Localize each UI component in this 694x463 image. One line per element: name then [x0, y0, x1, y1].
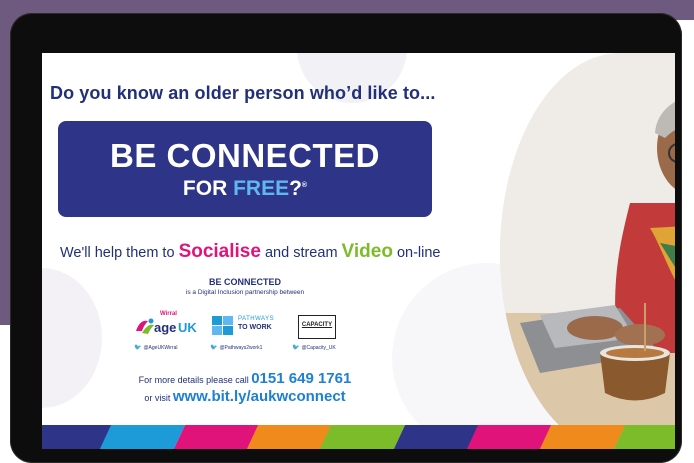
be-connected-banner: BE CONNECTED FOR FREE?® — [58, 121, 432, 217]
stripe-segment — [539, 425, 626, 449]
tagline-pre: We'll help them to — [60, 245, 179, 261]
pathways-logo-main: TO WORK — [238, 324, 272, 331]
stripe-segment — [319, 425, 406, 449]
partner-pathways: PATHWAYS TO WORK 🐦 @Pathways2work1 — [210, 311, 274, 353]
banner-free: FREE — [233, 177, 290, 200]
age-uk-logo-suffix: UK — [178, 320, 197, 335]
pathways-handle-text: @Pathways2work1 — [219, 345, 263, 351]
age-uk-logo-icon — [136, 318, 154, 334]
tablet-device: Do you know an older person who’d like t… — [10, 13, 682, 463]
capacity-logo: CAPACITY — [298, 315, 336, 339]
age-uk-handle-text: @AgeUKWirral — [143, 345, 178, 351]
stripe-segment — [99, 425, 186, 449]
contact-phone-line: For more details please call 0151 649 17… — [58, 370, 432, 387]
pathways-puzzle-icon — [212, 316, 233, 335]
twitter-bird-icon: 🐦 — [210, 345, 218, 351]
pathways-handle: 🐦 @Pathways2work1 — [210, 344, 262, 351]
phone-number[interactable]: 0151 649 1761 — [251, 370, 351, 387]
age-uk-handle: 🐦 @AgeUKWirral — [134, 344, 177, 351]
tagline-post: on-line — [392, 245, 441, 261]
capacity-handle: 🐦 @Capacity_UK — [292, 344, 336, 351]
partnership-text: is a Digital Inclusion partnership betwe… — [185, 289, 305, 296]
registered-mark: ® — [301, 182, 308, 189]
tablet-screen: Do you know an older person who’d like t… — [42, 53, 675, 449]
tagline: We'll help them to Socialise and stream … — [60, 241, 441, 263]
banner-for: FOR — [182, 177, 234, 200]
tagline-socialise: Socialise — [178, 241, 261, 262]
contact-prefix: For more details please call — [138, 375, 252, 385]
age-uk-logo-top: Wirral — [160, 311, 177, 317]
twitter-bird-icon: 🐦 — [292, 345, 300, 351]
color-stripe — [42, 425, 675, 449]
stripe-segment — [172, 425, 260, 449]
pathways-logo-top: PATHWAYS — [238, 316, 275, 322]
banner-question: ? — [289, 177, 302, 200]
age-uk-logo-main: age — [154, 320, 177, 335]
be-connected-title: BE CONNECTED — [208, 277, 281, 287]
twitter-bird-icon: 🐦 — [134, 345, 142, 351]
stripe-segment — [612, 425, 675, 449]
capacity-handle-text: @Capacity_UK — [301, 345, 336, 351]
banner-subtitle: FOR FREE?® — [58, 177, 432, 201]
stripe-segment — [245, 425, 333, 449]
tagline-mid: and stream — [260, 245, 342, 261]
contact-url-line: or visit www.bit.ly/aukwconnect — [58, 388, 432, 405]
headline: Do you know an older person who’d like t… — [50, 83, 436, 103]
visit-prefix: or visit — [144, 393, 173, 403]
capacity-logo-text: CAPACITY — [301, 322, 333, 328]
website-link[interactable]: www.bit.ly/aukwconnect — [173, 388, 346, 405]
partner-age-uk: Wirral age UK 🐦 @AgeUKWirral — [134, 311, 198, 353]
banner-title: BE CONNECTED — [109, 137, 381, 174]
stripe-segment — [392, 425, 480, 449]
tagline-video: Video — [341, 241, 393, 262]
stripe-segment — [465, 425, 553, 449]
partner-capacity: CAPACITY 🐦 @Capacity_UK — [292, 311, 352, 353]
